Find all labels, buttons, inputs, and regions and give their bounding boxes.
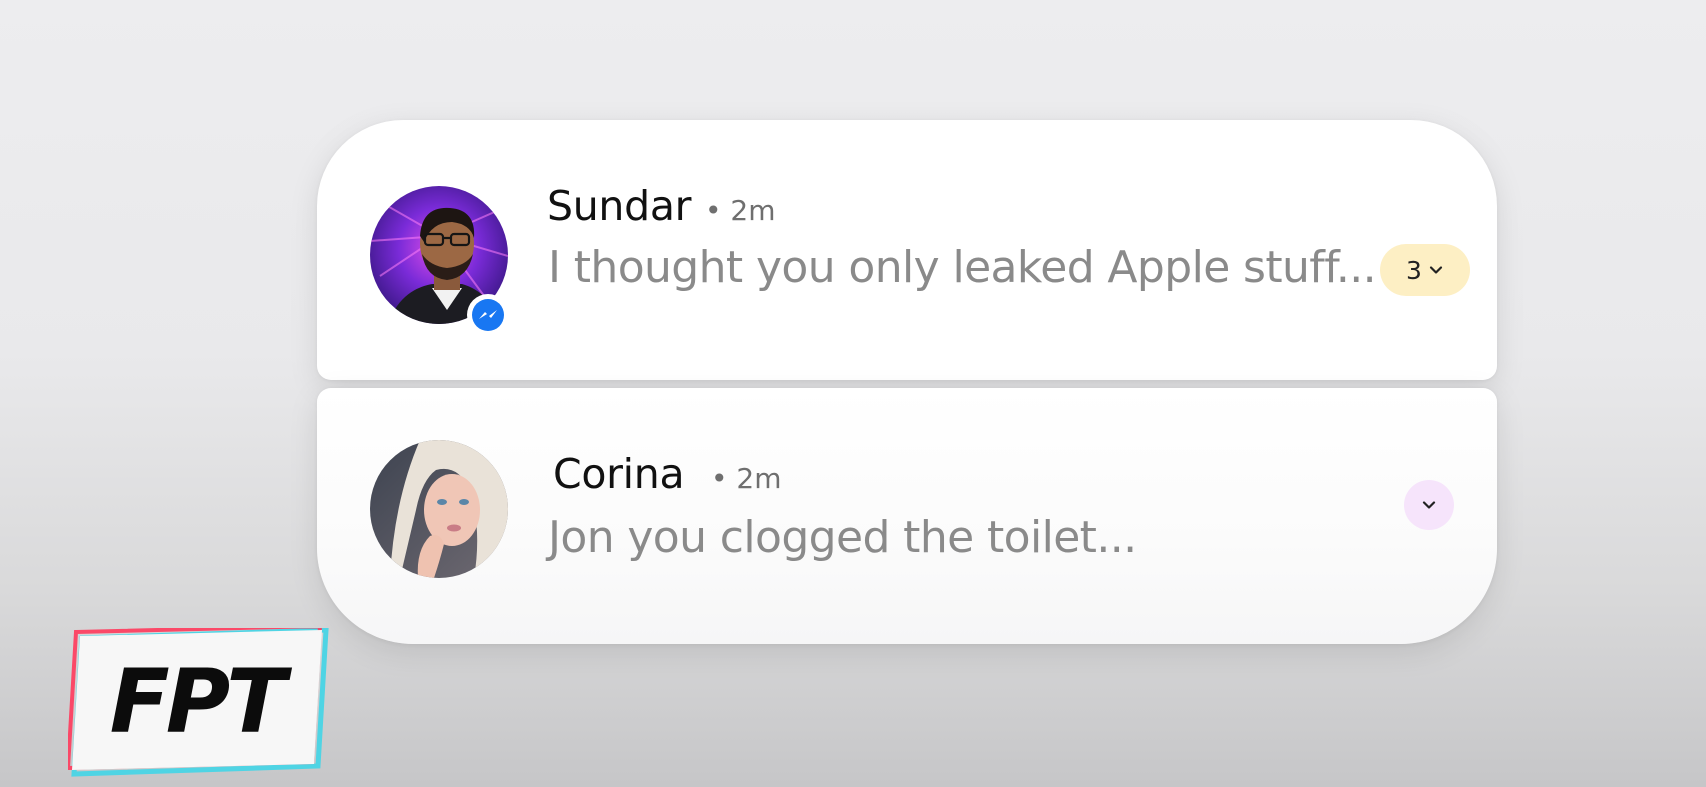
messenger-icon (472, 299, 504, 331)
timestamp: • 2m (711, 462, 782, 495)
corina-avatar (370, 440, 508, 578)
sender-name: Sundar (547, 182, 692, 230)
sender-name: Corina (553, 450, 685, 498)
fpt-logo: FPT (65, 623, 336, 778)
expand-button[interactable] (1404, 480, 1454, 530)
message-count: 3 (1406, 255, 1422, 285)
messenger-badge (467, 294, 509, 336)
message-preview: I thought you only leaked Apple stuff... (548, 242, 1377, 293)
chevron-down-icon (1429, 266, 1443, 274)
notification-card-sundar[interactable]: Sundar • 2m I thought you only leaked Ap… (317, 120, 1497, 380)
message-count-button[interactable]: 3 (1380, 244, 1470, 296)
chevron-down-icon (1422, 501, 1436, 509)
notification-card-corina[interactable]: Corina • 2m Jon you clogged the toilet..… (317, 388, 1497, 644)
notification-group: Sundar • 2m I thought you only leaked Ap… (317, 120, 1497, 644)
message-preview: Jon you clogged the toilet... (548, 512, 1137, 563)
timestamp: • 2m (705, 194, 776, 227)
logo-text: FPT (110, 650, 293, 753)
